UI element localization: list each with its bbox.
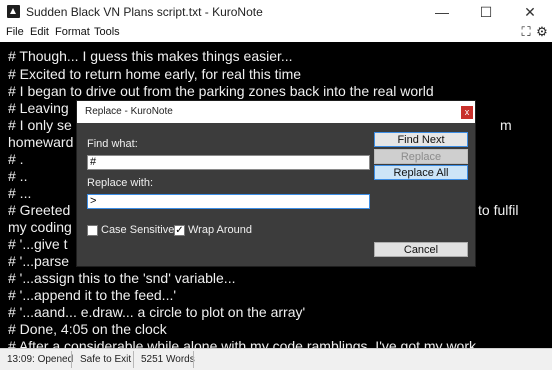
editor-line: # Excited to return home early, for real… xyxy=(8,66,302,82)
wrap-around-label: Wrap Around xyxy=(188,224,253,236)
close-button[interactable]: ✕ xyxy=(508,0,552,24)
menu-edit[interactable]: Edit xyxy=(30,26,49,38)
editor-line: # I only se xyxy=(8,117,72,133)
find-next-button[interactable]: Find Next xyxy=(374,132,468,147)
find-input[interactable]: # xyxy=(87,155,370,170)
editor-line: # Leaving xyxy=(8,100,69,116)
editor-line: # ... xyxy=(8,185,32,201)
status-word-count: 5251 Words xyxy=(141,354,195,365)
dialog-title: Replace - KuroNote xyxy=(85,106,173,117)
replace-all-button[interactable]: Replace All xyxy=(374,165,468,180)
maximize-button[interactable]: ☐ xyxy=(464,0,508,24)
status-save: Safe to Exit xyxy=(80,354,132,365)
close-icon: x xyxy=(464,107,470,117)
window-title: Sudden Black VN Plans script.txt - KuroN… xyxy=(26,5,263,19)
editor-line: # . xyxy=(8,151,24,167)
case-sensitive-label: Case Sensitive xyxy=(101,224,175,236)
editor-line-fragment: m xyxy=(500,117,512,133)
editor-line: # I began to drive out from the parking … xyxy=(8,83,434,99)
editor-line: # Done, 4:05 on the clock xyxy=(8,321,167,337)
case-sensitive-box[interactable] xyxy=(87,225,98,236)
editor-line: homeward xyxy=(8,134,74,150)
status-bar: 13:09: Opened Safe to Exit 5251 Words xyxy=(0,348,552,370)
dialog-close-button[interactable]: x xyxy=(461,106,473,119)
editor-line: # After a considerable while alone with … xyxy=(8,338,477,348)
title-bar[interactable]: Sudden Black VN Plans script.txt - KuroN… xyxy=(0,0,552,24)
close-icon: ✕ xyxy=(524,4,536,20)
editor-line: # Greeted xyxy=(8,202,71,218)
app-icon xyxy=(7,5,20,18)
editor-line: # '...aand... e.draw... a circle to plot… xyxy=(8,304,306,320)
menu-format[interactable]: Format xyxy=(55,26,90,38)
editor-line: # '...assign this to the 'snd' variable.… xyxy=(8,270,236,286)
editor-line: # '...append it to the feed...' xyxy=(8,287,177,303)
editor-line-fragment: to fulfil xyxy=(478,202,519,218)
status-divider xyxy=(133,351,134,368)
editor-line: # '...give t xyxy=(8,236,68,252)
editor-line: my coding xyxy=(8,219,72,235)
cancel-button[interactable]: Cancel xyxy=(374,242,468,257)
find-label: Find what: xyxy=(87,138,138,150)
replace-button[interactable]: Replace xyxy=(374,149,468,164)
maximize-icon: ☐ xyxy=(479,4,493,20)
editor-line: # .. xyxy=(8,168,28,184)
minimize-icon: — xyxy=(435,4,449,20)
menu-tools[interactable]: Tools xyxy=(94,26,120,38)
kuronote-window: Sudden Black VN Plans script.txt - KuroN… xyxy=(0,0,552,370)
menu-bar: File Edit Format Tools ⛶ ⚙ xyxy=(0,24,552,42)
dialog-title-bar[interactable]: Replace - KuroNote x xyxy=(77,101,475,123)
replace-input[interactable]: > xyxy=(87,194,370,209)
replace-dialog: Replace - KuroNote x Find what: # Replac… xyxy=(76,100,476,267)
status-divider xyxy=(71,351,72,368)
menu-file[interactable]: File xyxy=(6,26,24,38)
gear-icon[interactable]: ⚙ xyxy=(535,25,549,39)
wrap-around-box[interactable]: ✓ xyxy=(174,225,185,236)
editor-line: # Though... I guess this makes things ea… xyxy=(8,48,293,64)
status-divider xyxy=(193,351,194,368)
minimize-button[interactable]: — xyxy=(420,0,464,24)
fullscreen-icon[interactable]: ⛶ xyxy=(519,25,533,39)
editor-line: # '...parse xyxy=(8,253,70,269)
status-time: 13:09: Opened xyxy=(7,354,74,365)
replace-label: Replace with: xyxy=(87,177,154,189)
